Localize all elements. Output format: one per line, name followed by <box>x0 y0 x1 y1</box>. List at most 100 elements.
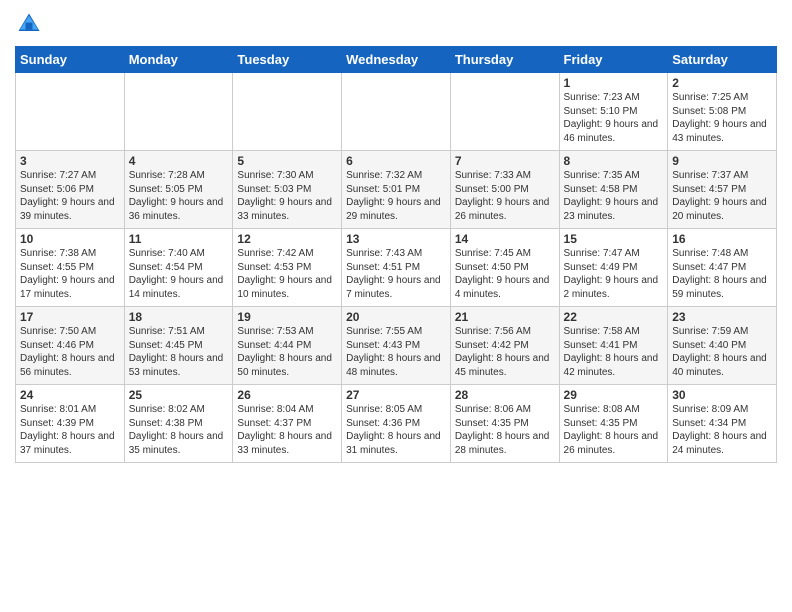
week-row-4: 17Sunrise: 7:50 AM Sunset: 4:46 PM Dayli… <box>16 307 777 385</box>
day-number: 1 <box>564 76 664 90</box>
day-number: 7 <box>455 154 555 168</box>
header <box>15 10 777 38</box>
day-number: 9 <box>672 154 772 168</box>
day-number: 26 <box>237 388 337 402</box>
day-info: Sunrise: 7:53 AM Sunset: 4:44 PM Dayligh… <box>237 325 337 379</box>
day-info: Sunrise: 8:02 AM Sunset: 4:38 PM Dayligh… <box>129 403 229 457</box>
day-number: 6 <box>346 154 446 168</box>
day-info: Sunrise: 7:43 AM Sunset: 4:51 PM Dayligh… <box>346 247 446 301</box>
day-number: 29 <box>564 388 664 402</box>
day-info: Sunrise: 8:09 AM Sunset: 4:34 PM Dayligh… <box>672 403 772 457</box>
day-number: 3 <box>20 154 120 168</box>
day-number: 15 <box>564 232 664 246</box>
calendar-cell: 14Sunrise: 7:45 AM Sunset: 4:50 PM Dayli… <box>450 229 559 307</box>
day-info: Sunrise: 7:42 AM Sunset: 4:53 PM Dayligh… <box>237 247 337 301</box>
calendar-cell <box>233 73 342 151</box>
day-info: Sunrise: 7:48 AM Sunset: 4:47 PM Dayligh… <box>672 247 772 301</box>
day-info: Sunrise: 7:25 AM Sunset: 5:08 PM Dayligh… <box>672 91 772 145</box>
calendar-cell: 25Sunrise: 8:02 AM Sunset: 4:38 PM Dayli… <box>124 385 233 463</box>
weekday-wednesday: Wednesday <box>342 47 451 73</box>
day-number: 23 <box>672 310 772 324</box>
calendar-cell: 26Sunrise: 8:04 AM Sunset: 4:37 PM Dayli… <box>233 385 342 463</box>
calendar-cell: 5Sunrise: 7:30 AM Sunset: 5:03 PM Daylig… <box>233 151 342 229</box>
day-number: 5 <box>237 154 337 168</box>
day-info: Sunrise: 7:47 AM Sunset: 4:49 PM Dayligh… <box>564 247 664 301</box>
day-info: Sunrise: 7:30 AM Sunset: 5:03 PM Dayligh… <box>237 169 337 223</box>
day-info: Sunrise: 7:35 AM Sunset: 4:58 PM Dayligh… <box>564 169 664 223</box>
calendar-cell: 10Sunrise: 7:38 AM Sunset: 4:55 PM Dayli… <box>16 229 125 307</box>
calendar-table: SundayMondayTuesdayWednesdayThursdayFrid… <box>15 46 777 463</box>
weekday-monday: Monday <box>124 47 233 73</box>
day-info: Sunrise: 7:51 AM Sunset: 4:45 PM Dayligh… <box>129 325 229 379</box>
day-number: 17 <box>20 310 120 324</box>
calendar-cell: 19Sunrise: 7:53 AM Sunset: 4:44 PM Dayli… <box>233 307 342 385</box>
day-info: Sunrise: 8:05 AM Sunset: 4:36 PM Dayligh… <box>346 403 446 457</box>
calendar-cell: 12Sunrise: 7:42 AM Sunset: 4:53 PM Dayli… <box>233 229 342 307</box>
day-info: Sunrise: 7:55 AM Sunset: 4:43 PM Dayligh… <box>346 325 446 379</box>
calendar-cell <box>124 73 233 151</box>
day-number: 19 <box>237 310 337 324</box>
day-number: 27 <box>346 388 446 402</box>
day-info: Sunrise: 7:23 AM Sunset: 5:10 PM Dayligh… <box>564 91 664 145</box>
calendar-cell: 16Sunrise: 7:48 AM Sunset: 4:47 PM Dayli… <box>668 229 777 307</box>
day-info: Sunrise: 8:08 AM Sunset: 4:35 PM Dayligh… <box>564 403 664 457</box>
day-info: Sunrise: 7:45 AM Sunset: 4:50 PM Dayligh… <box>455 247 555 301</box>
day-info: Sunrise: 7:40 AM Sunset: 4:54 PM Dayligh… <box>129 247 229 301</box>
calendar-cell: 2Sunrise: 7:25 AM Sunset: 5:08 PM Daylig… <box>668 73 777 151</box>
calendar-cell: 13Sunrise: 7:43 AM Sunset: 4:51 PM Dayli… <box>342 229 451 307</box>
day-number: 28 <box>455 388 555 402</box>
day-number: 16 <box>672 232 772 246</box>
weekday-sunday: Sunday <box>16 47 125 73</box>
day-number: 25 <box>129 388 229 402</box>
day-number: 14 <box>455 232 555 246</box>
calendar-cell: 29Sunrise: 8:08 AM Sunset: 4:35 PM Dayli… <box>559 385 668 463</box>
day-info: Sunrise: 8:01 AM Sunset: 4:39 PM Dayligh… <box>20 403 120 457</box>
day-number: 12 <box>237 232 337 246</box>
logo-icon <box>15 10 43 38</box>
day-number: 30 <box>672 388 772 402</box>
calendar-cell: 23Sunrise: 7:59 AM Sunset: 4:40 PM Dayli… <box>668 307 777 385</box>
calendar-cell: 7Sunrise: 7:33 AM Sunset: 5:00 PM Daylig… <box>450 151 559 229</box>
day-info: Sunrise: 8:06 AM Sunset: 4:35 PM Dayligh… <box>455 403 555 457</box>
week-row-1: 1Sunrise: 7:23 AM Sunset: 5:10 PM Daylig… <box>16 73 777 151</box>
day-info: Sunrise: 8:04 AM Sunset: 4:37 PM Dayligh… <box>237 403 337 457</box>
day-number: 13 <box>346 232 446 246</box>
day-number: 22 <box>564 310 664 324</box>
page-container: SundayMondayTuesdayWednesdayThursdayFrid… <box>0 0 792 468</box>
calendar-cell <box>342 73 451 151</box>
day-number: 24 <box>20 388 120 402</box>
week-row-3: 10Sunrise: 7:38 AM Sunset: 4:55 PM Dayli… <box>16 229 777 307</box>
calendar-cell: 30Sunrise: 8:09 AM Sunset: 4:34 PM Dayli… <box>668 385 777 463</box>
day-info: Sunrise: 7:33 AM Sunset: 5:00 PM Dayligh… <box>455 169 555 223</box>
day-info: Sunrise: 7:27 AM Sunset: 5:06 PM Dayligh… <box>20 169 120 223</box>
week-row-5: 24Sunrise: 8:01 AM Sunset: 4:39 PM Dayli… <box>16 385 777 463</box>
calendar-cell: 22Sunrise: 7:58 AM Sunset: 4:41 PM Dayli… <box>559 307 668 385</box>
calendar-cell: 21Sunrise: 7:56 AM Sunset: 4:42 PM Dayli… <box>450 307 559 385</box>
calendar-cell: 11Sunrise: 7:40 AM Sunset: 4:54 PM Dayli… <box>124 229 233 307</box>
day-number: 21 <box>455 310 555 324</box>
calendar-cell: 28Sunrise: 8:06 AM Sunset: 4:35 PM Dayli… <box>450 385 559 463</box>
day-number: 11 <box>129 232 229 246</box>
weekday-saturday: Saturday <box>668 47 777 73</box>
day-number: 18 <box>129 310 229 324</box>
calendar-cell: 6Sunrise: 7:32 AM Sunset: 5:01 PM Daylig… <box>342 151 451 229</box>
day-info: Sunrise: 7:56 AM Sunset: 4:42 PM Dayligh… <box>455 325 555 379</box>
weekday-thursday: Thursday <box>450 47 559 73</box>
day-info: Sunrise: 7:28 AM Sunset: 5:05 PM Dayligh… <box>129 169 229 223</box>
calendar-cell: 15Sunrise: 7:47 AM Sunset: 4:49 PM Dayli… <box>559 229 668 307</box>
day-number: 2 <box>672 76 772 90</box>
week-row-2: 3Sunrise: 7:27 AM Sunset: 5:06 PM Daylig… <box>16 151 777 229</box>
calendar-cell: 18Sunrise: 7:51 AM Sunset: 4:45 PM Dayli… <box>124 307 233 385</box>
day-info: Sunrise: 7:32 AM Sunset: 5:01 PM Dayligh… <box>346 169 446 223</box>
weekday-header-row: SundayMondayTuesdayWednesdayThursdayFrid… <box>16 47 777 73</box>
calendar-cell: 20Sunrise: 7:55 AM Sunset: 4:43 PM Dayli… <box>342 307 451 385</box>
day-info: Sunrise: 7:58 AM Sunset: 4:41 PM Dayligh… <box>564 325 664 379</box>
day-number: 10 <box>20 232 120 246</box>
calendar-cell <box>450 73 559 151</box>
calendar-cell <box>16 73 125 151</box>
day-number: 20 <box>346 310 446 324</box>
weekday-tuesday: Tuesday <box>233 47 342 73</box>
calendar-cell: 9Sunrise: 7:37 AM Sunset: 4:57 PM Daylig… <box>668 151 777 229</box>
day-info: Sunrise: 7:37 AM Sunset: 4:57 PM Dayligh… <box>672 169 772 223</box>
calendar-cell: 1Sunrise: 7:23 AM Sunset: 5:10 PM Daylig… <box>559 73 668 151</box>
